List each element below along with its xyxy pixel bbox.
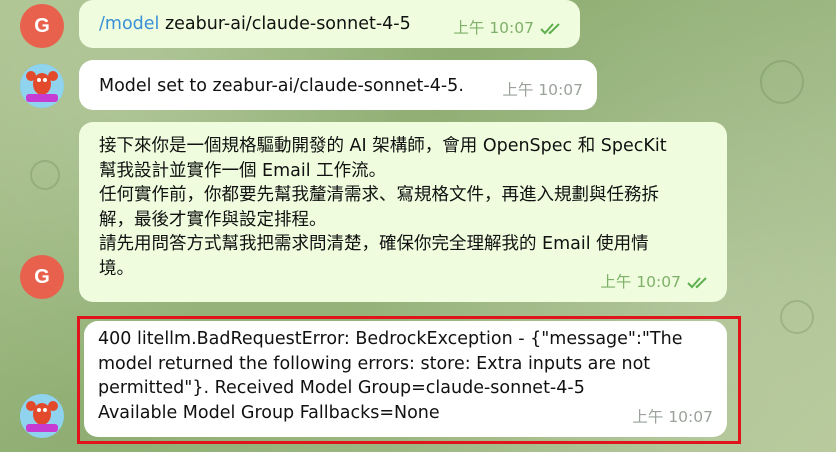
message-bubble-outgoing[interactable]: /model zeabur-ai/claude-sonnet-4-5 上午 10… bbox=[79, 0, 580, 48]
bot-avatar[interactable] bbox=[20, 64, 64, 108]
message-time: 上午 10:07 bbox=[502, 80, 583, 99]
message-text: Model set to zeabur-ai/claude-sonnet-4-5… bbox=[99, 76, 464, 96]
message-text: 接下來你是一個規格驅動開發的 AI 架構師，會用 OpenSpec 和 Spec… bbox=[99, 136, 667, 279]
user-avatar-initial: G bbox=[34, 14, 50, 37]
double-check-icon bbox=[540, 23, 560, 35]
background-doodle bbox=[30, 160, 60, 190]
bot-command-link[interactable]: /model bbox=[99, 14, 159, 34]
highlight-box bbox=[77, 316, 741, 444]
lobster-icon bbox=[20, 64, 64, 108]
background-doodle bbox=[780, 300, 814, 334]
user-avatar[interactable]: G bbox=[20, 255, 64, 299]
background-doodle bbox=[760, 60, 804, 104]
message-text: zeabur-ai/claude-sonnet-4-5 bbox=[159, 14, 411, 34]
message-bubble-incoming[interactable]: Model set to zeabur-ai/claude-sonnet-4-5… bbox=[79, 60, 597, 110]
lobster-icon bbox=[20, 394, 64, 438]
user-avatar-initial: G bbox=[34, 265, 50, 288]
bot-avatar[interactable] bbox=[20, 394, 64, 438]
user-avatar[interactable]: G bbox=[20, 4, 64, 48]
message-time: 上午 10:07 bbox=[453, 18, 534, 37]
message-bubble-outgoing[interactable]: 接下來你是一個規格驅動開發的 AI 架構師，會用 OpenSpec 和 Spec… bbox=[79, 122, 727, 302]
double-check-icon bbox=[687, 277, 707, 289]
message-time: 上午 10:07 bbox=[600, 272, 681, 291]
